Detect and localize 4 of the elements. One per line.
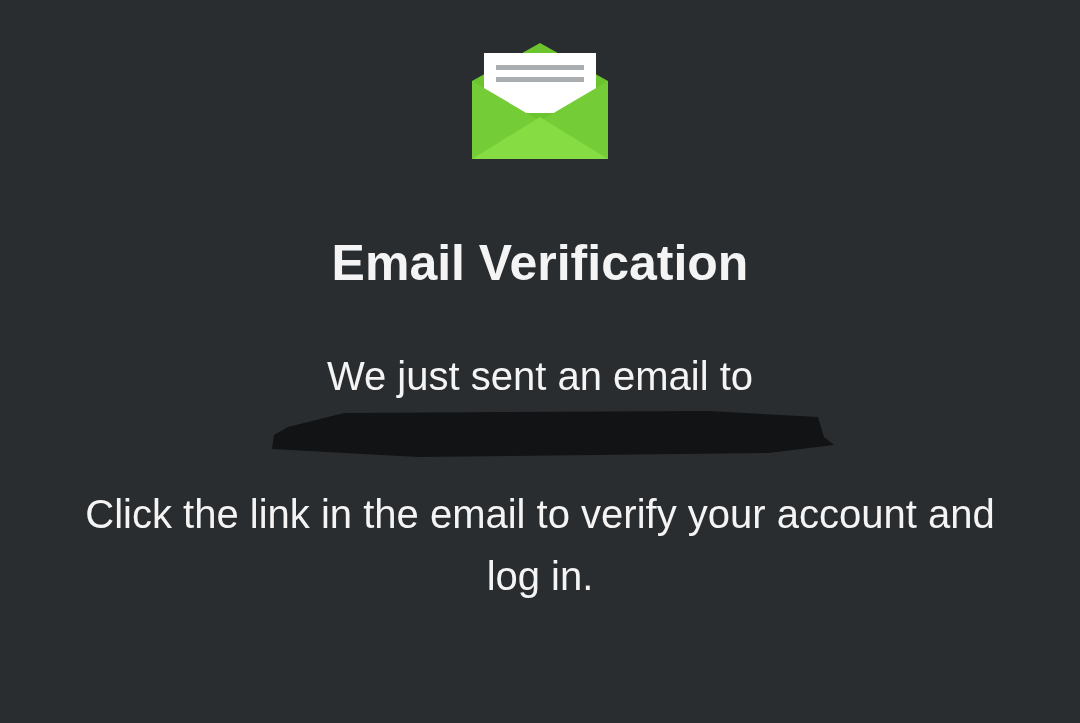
sent-message: We just sent an email to [326,353,754,400]
instructions-text: Click the link in the email to verify your account and log in. [84,491,996,600]
page-title: Email Verification [331,234,749,293]
envelope-icon [472,43,608,159]
